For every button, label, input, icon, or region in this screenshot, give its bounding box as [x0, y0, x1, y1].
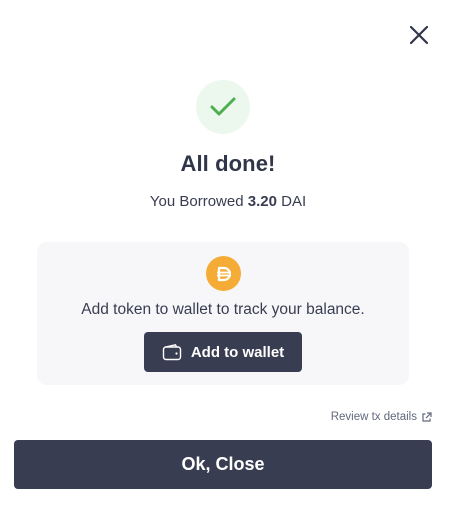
borrow-asset: DAI	[281, 193, 307, 210]
success-check-icon	[196, 80, 250, 134]
add-to-wallet-button[interactable]: Add to wallet	[144, 332, 302, 372]
ok-close-button[interactable]: Ok, Close	[14, 440, 432, 489]
review-tx-details-link[interactable]: Review tx details	[331, 411, 432, 423]
dai-token-icon	[206, 256, 241, 291]
ok-close-label: Ok, Close	[181, 454, 265, 474]
external-link-icon	[421, 411, 432, 423]
wallet-icon	[162, 343, 182, 361]
transaction-success-modal: All done! You Borrowed 3.20 DAI Add toke…	[0, 0, 456, 514]
add-token-message: Add token to wallet to track your balanc…	[81, 301, 365, 318]
close-icon[interactable]	[404, 20, 434, 50]
borrow-amount: 3.20	[247, 193, 277, 210]
borrow-summary: You Borrowed 3.20 DAI	[0, 193, 456, 210]
add-token-card: Add token to wallet to track your balanc…	[37, 242, 409, 385]
review-tx-details-label: Review tx details	[330, 411, 417, 423]
modal-title: All done!	[180, 151, 276, 176]
add-to-wallet-label: Add to wallet	[190, 343, 285, 361]
subtitle-prefix: You Borrowed	[149, 193, 244, 210]
